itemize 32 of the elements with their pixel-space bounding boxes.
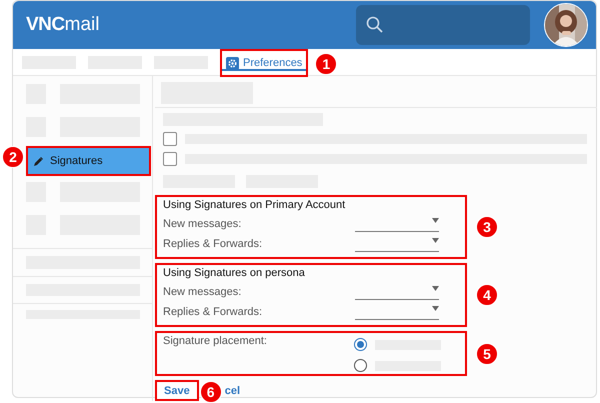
checkbox[interactable]	[163, 152, 177, 166]
cancel-link[interactable]: cel	[224, 384, 240, 396]
callout-badge: 1	[315, 53, 338, 75]
caret-icon	[432, 238, 439, 242]
dropdown[interactable]	[355, 216, 439, 232]
field-label: Replies & Forwards:	[163, 306, 262, 318]
checkbox[interactable]	[163, 132, 177, 146]
caret-icon	[432, 286, 439, 290]
field-label: New messages:	[163, 218, 242, 230]
gear-icon	[226, 56, 239, 70]
radio-button[interactable]	[354, 338, 367, 351]
callout-badge: 3	[476, 216, 498, 238]
field-label: New messages:	[163, 286, 242, 298]
caret-icon	[432, 306, 439, 310]
field-label: Replies & Forwards:	[163, 238, 262, 250]
dropdown[interactable]	[355, 284, 439, 300]
sidebar-item[interactable]: Signatures	[26, 146, 151, 176]
pencil-icon	[33, 156, 44, 166]
group-title: Using Signatures on Primary Account	[163, 199, 346, 211]
search-icon	[366, 16, 384, 34]
field-label: Signature placement:	[163, 335, 267, 349]
dropdown[interactable]	[355, 236, 439, 252]
app-logo: VNCmail	[26, 14, 100, 36]
search-field[interactable]	[356, 5, 530, 45]
radio-button[interactable]	[354, 359, 367, 372]
caret-icon	[432, 218, 439, 222]
callout-badge: 4	[476, 284, 498, 306]
callout-badge: 2	[2, 146, 24, 168]
callout-badge: 5	[476, 342, 498, 364]
dropdown[interactable]	[355, 304, 439, 320]
group-title: Using Signatures on persona	[163, 267, 306, 279]
callout-badge: 6	[200, 381, 222, 403]
